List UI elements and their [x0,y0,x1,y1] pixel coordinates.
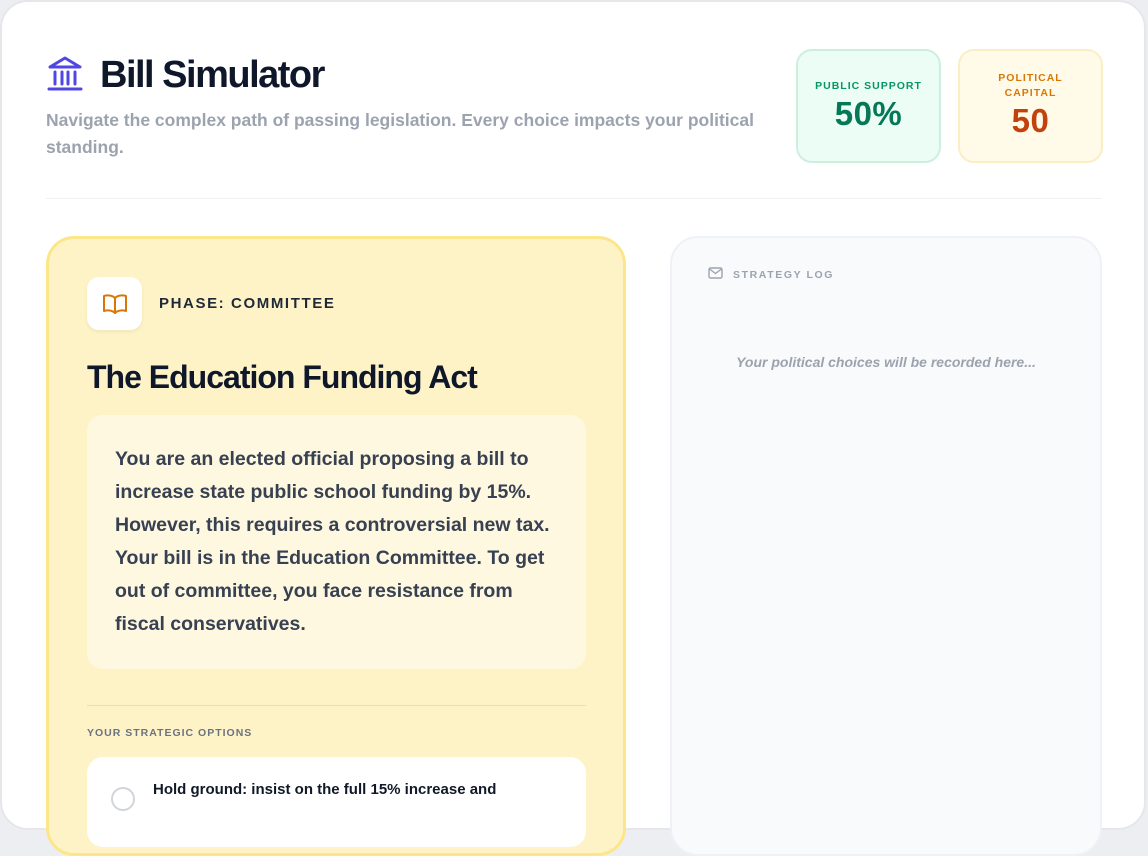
option-hold-ground[interactable]: Hold ground: insist on the full 15% incr… [87,757,586,847]
public-support-label: PUBLIC SUPPORT [815,79,922,92]
phase-label: PHASE: COMMITTEE [159,295,336,312]
bill-title: The Education Funding Act [87,359,478,395]
political-capital-card: POLITICAL CAPITAL 50 [958,49,1103,163]
strategy-log-panel: STRATEGY LOG Your political choices will… [670,236,1102,856]
mail-icon [708,266,723,284]
political-capital-value: 50 [1011,102,1050,139]
strategy-log-title: STRATEGY LOG [733,269,835,281]
option-text: Hold ground: insist on the full 15% incr… [153,781,497,798]
strategy-log-empty-message: Your political choices will be recorded … [736,354,1036,370]
political-capital-label: POLITICAL CAPITAL [998,72,1063,99]
public-support-card: PUBLIC SUPPORT 50% [796,49,941,163]
app-subtitle: Navigate the complex path of passing leg… [46,110,754,157]
options-divider [87,705,586,706]
scenario-description: You are an elected official proposing a … [115,448,550,635]
options-label: YOUR STRATEGIC OPTIONS [87,727,253,739]
scenario-panel: PHASE: COMMITTEE The Education Funding A… [46,236,626,856]
open-book-icon [87,277,142,330]
header-divider [46,198,1102,199]
app-title: Bill Simulator [100,54,325,96]
capitol-building-icon [46,54,84,94]
public-support-value: 50% [834,94,903,132]
app-window: Bill Simulator Navigate the complex path… [0,0,1146,856]
strategy-log-header: STRATEGY LOG [708,266,834,284]
option-radio[interactable] [111,787,135,811]
scenario-description-box: You are an elected official proposing a … [87,415,586,669]
